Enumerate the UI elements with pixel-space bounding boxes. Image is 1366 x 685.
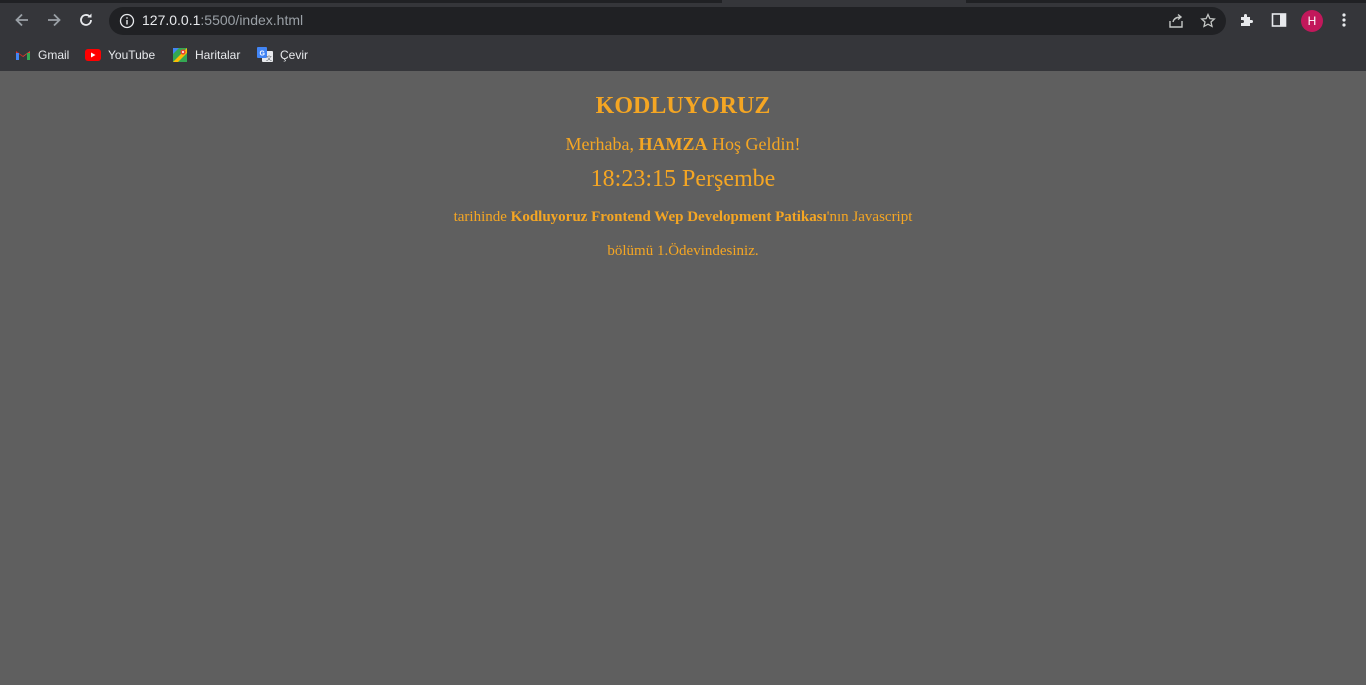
svg-text:文: 文 <box>266 55 272 63</box>
greeting-text: Merhaba, HAMZA Hoş Geldin! <box>0 133 1366 155</box>
url-path: :5500/index.html <box>200 12 304 28</box>
profile-initial: H <box>1307 14 1317 28</box>
greeting-prefix: Merhaba, <box>565 134 634 154</box>
maps-icon <box>172 47 188 63</box>
bookmark-gmail[interactable]: Gmail <box>15 44 69 66</box>
bookmark-label: Haritalar <box>195 48 241 62</box>
bookmark-label: Gmail <box>38 48 70 62</box>
forward-button[interactable] <box>40 6 68 34</box>
star-icon <box>1200 13 1216 28</box>
page-content: KODLUYORUZ Merhaba, HAMZA Hoş Geldin! 18… <box>0 71 1366 685</box>
browser-chrome: 127.0.0.1:5500/index.html H Gmail YouTub… <box>0 0 1366 71</box>
bookmark-youtube[interactable]: YouTube <box>85 44 155 66</box>
menu-button[interactable] <box>1332 8 1356 32</box>
course-name: Kodluyoruz Frontend Wep Development Pati… <box>510 209 827 225</box>
user-name: HAMZA <box>638 134 708 154</box>
more-vert-icon <box>1342 13 1346 27</box>
course-line-prefix: tarihinde <box>453 209 507 225</box>
bookmark-haritalar[interactable]: Haritalar <box>172 44 240 66</box>
side-panel-icon <box>1271 13 1287 27</box>
bookmark-star-button[interactable] <box>1198 11 1218 31</box>
arrow-left-icon <box>15 13 28 27</box>
bookmark-label: Çevir <box>280 48 309 62</box>
toolbar: 127.0.0.1:5500/index.html H <box>0 0 1366 41</box>
clock-display: 18:23:15 Perşembe <box>590 166 776 192</box>
puzzle-icon <box>1241 14 1253 26</box>
bookmarks-bar: Gmail YouTube Haritalar G 文 Çevir <box>0 41 1366 71</box>
bookmark-cevir[interactable]: G 文 Çevir <box>257 44 308 66</box>
course-line: tarihinde Kodluyoruz Frontend Wep Develo… <box>0 208 1366 226</box>
reload-icon <box>80 13 92 26</box>
assignment-line: bölümü 1.Ödevindesiniz. <box>607 243 759 259</box>
share-button[interactable] <box>1166 11 1186 31</box>
youtube-icon <box>85 47 101 63</box>
info-icon[interactable] <box>119 13 135 29</box>
address-bar[interactable]: 127.0.0.1:5500/index.html <box>109 7 1226 35</box>
profile-avatar[interactable]: H <box>1301 10 1323 32</box>
url-host: 127.0.0.1 <box>142 12 201 28</box>
extensions-button[interactable] <box>1235 8 1259 32</box>
side-panel-button[interactable] <box>1267 8 1291 32</box>
arrow-right-icon <box>48 13 61 27</box>
course-line-suffix: 'nın Javascript <box>826 209 913 225</box>
url-text[interactable]: 127.0.0.1:5500/index.html <box>142 12 303 28</box>
reload-button[interactable] <box>72 6 100 34</box>
page-title: KODLUYORUZ <box>595 93 771 119</box>
back-button[interactable] <box>8 6 36 34</box>
gmail-icon <box>15 47 31 63</box>
svg-text:G: G <box>260 51 266 58</box>
greeting-suffix: Hoş Geldin! <box>711 134 801 154</box>
translate-icon: G 文 <box>257 47 273 63</box>
share-icon <box>1169 13 1183 28</box>
bookmark-label: YouTube <box>108 48 156 62</box>
